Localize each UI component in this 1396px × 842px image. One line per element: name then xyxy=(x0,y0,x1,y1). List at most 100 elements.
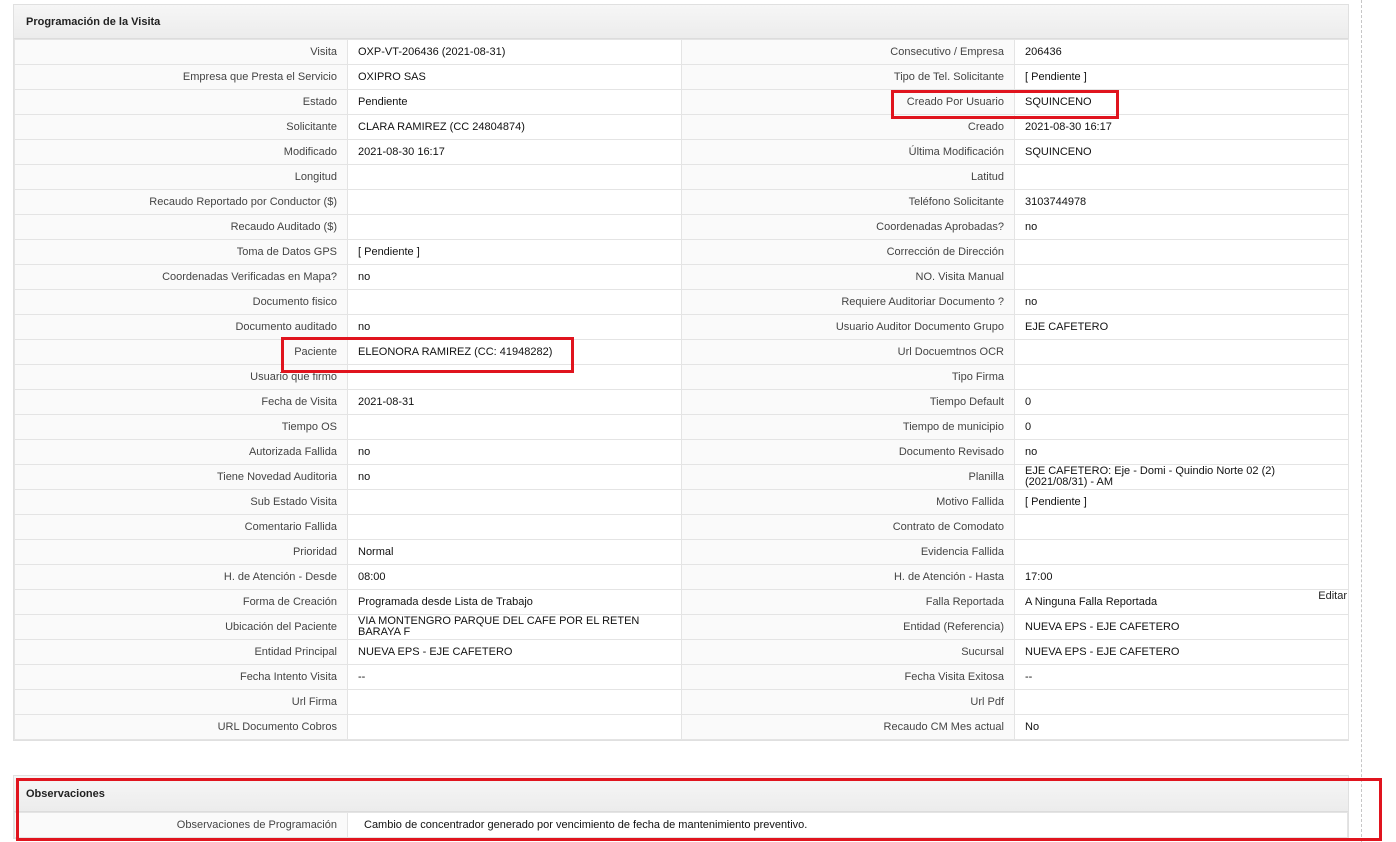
field-value: OXIPRO SAS xyxy=(347,64,682,90)
highlight-created-by-user xyxy=(891,90,1119,119)
field-label: Documento fisico xyxy=(14,289,348,315)
detail-row: Documento fisico Requiere Auditoriar Docu… xyxy=(14,289,1349,315)
detail-row: H. de Atención - Desde 08:00 H. de Atenció… xyxy=(14,564,1349,590)
field-label: Recaudo Auditado ($) xyxy=(14,214,348,240)
field-label: Usuario Auditor Documento Grupo xyxy=(681,314,1015,340)
field-value: -- xyxy=(1014,664,1349,690)
field-value: NUEVA EPS - EJE CAFETERO xyxy=(1014,614,1349,640)
field-label: Documento Revisado xyxy=(681,439,1015,465)
page-divider xyxy=(1361,0,1362,842)
field-value xyxy=(347,164,682,190)
field-label: Tiene Novedad Auditoria xyxy=(14,464,348,490)
field-value xyxy=(347,214,682,240)
detail-row: Entidad Principal NUEVA EPS - EJE CAFETER… xyxy=(14,639,1349,665)
field-value: no xyxy=(347,439,682,465)
detail-row: Ubicación del Paciente VIA MONTENGRO PARQ… xyxy=(14,614,1349,640)
field-label: Latitud xyxy=(681,164,1015,190)
field-label: Ubicación del Paciente xyxy=(14,614,348,640)
detail-row: Estado Pendiente Creado Por Usuario SQUINCE… xyxy=(14,89,1349,115)
field-value xyxy=(1014,264,1349,290)
field-value: Normal xyxy=(347,539,682,565)
field-label: Tipo de Tel. Solicitante xyxy=(681,64,1015,90)
field-value: 0 xyxy=(1014,389,1349,415)
field-value xyxy=(1014,239,1349,265)
detail-row: Coordenadas Verificadas en Mapa? no NO. V… xyxy=(14,264,1349,290)
field-value: Pendiente xyxy=(347,89,682,115)
detail-row: Modificado 2021-08-30 16:17 Última Modific… xyxy=(14,139,1349,165)
detail-row: URL Documento Cobros Recaudo CM Mes actua… xyxy=(14,714,1349,740)
field-value: 17:00 xyxy=(1014,564,1349,590)
field-label: Forma de Creación xyxy=(14,589,348,615)
field-label: Sub Estado Visita xyxy=(14,489,348,515)
field-value: 08:00 xyxy=(347,564,682,590)
field-label: Fecha Intento Visita xyxy=(14,664,348,690)
field-value: Programada desde Lista de Trabajo xyxy=(347,589,682,615)
field-label: Fecha de Visita xyxy=(14,389,348,415)
field-value xyxy=(347,714,682,740)
field-value: [ Pendiente ] xyxy=(1014,64,1349,90)
detail-row: Sub Estado Visita Motivo Fallida[ Pendien… xyxy=(14,489,1349,515)
edit-link[interactable]: Editar xyxy=(1318,591,1347,602)
field-label: Comentario Fallida xyxy=(14,514,348,540)
field-value: NUEVA EPS - EJE CAFETERO xyxy=(347,639,682,665)
field-label: Tiempo OS xyxy=(14,414,348,440)
field-value: 2021-08-30 16:17 xyxy=(347,139,682,165)
field-value: VIA MONTENGRO PARQUE DEL CAFE POR EL RET… xyxy=(347,614,682,640)
field-label: Requiere Auditoriar Documento ? xyxy=(681,289,1015,315)
field-value: [ Pendiente ] xyxy=(1014,489,1349,515)
field-value xyxy=(347,489,682,515)
field-label: Entidad (Referencia) xyxy=(681,614,1015,640)
field-value xyxy=(1014,689,1349,715)
field-value xyxy=(1014,514,1349,540)
field-label: Sucursal xyxy=(681,639,1015,665)
field-value: SQUINCENO xyxy=(1014,139,1349,165)
field-value: EJE CAFETERO: Eje - Domi - Quindio Norte… xyxy=(1014,464,1349,490)
detail-row: Forma de Creación Programada desde Lista … xyxy=(14,589,1349,615)
field-label: Falla Reportada xyxy=(681,589,1015,615)
field-label: Documento auditado xyxy=(14,314,348,340)
detail-row: Url Firma Url Pdf xyxy=(14,689,1349,715)
detail-row: Longitud Latitud xyxy=(14,164,1349,190)
field-label: URL Documento Cobros xyxy=(14,714,348,740)
field-value: -- xyxy=(347,664,682,690)
field-value xyxy=(347,414,682,440)
detail-row: Empresa que Presta el Servicio OXIPRO SAS… xyxy=(14,64,1349,90)
highlight-patient xyxy=(281,337,574,373)
field-value xyxy=(1014,339,1349,365)
field-label: Toma de Datos GPS xyxy=(14,239,348,265)
field-label: H. de Atención - Hasta xyxy=(681,564,1015,590)
detail-row: Paciente ELEONORA RAMIREZ (CC: 41948282) U… xyxy=(14,339,1349,365)
field-label: Fecha Visita Exitosa xyxy=(681,664,1015,690)
field-label: Longitud xyxy=(14,164,348,190)
detail-row: Comentario Fallida Contrato de Comodato xyxy=(14,514,1349,540)
section-title: Programación de la Visita xyxy=(14,5,1348,39)
detail-row: Usuario que firmo Tipo Firma xyxy=(14,364,1349,390)
field-label: Modificado xyxy=(14,139,348,165)
field-value xyxy=(347,189,682,215)
field-value: 3103744978 xyxy=(1014,189,1349,215)
field-label: Recaudo Reportado por Conductor ($) xyxy=(14,189,348,215)
visit-details-table: Visita OXP-VT-206436 (2021-08-31) Consecut… xyxy=(14,39,1349,740)
field-label: Motivo Fallida xyxy=(681,489,1015,515)
field-value: no xyxy=(1014,439,1349,465)
detail-row: Tiempo OS Tiempo de municipio 0 xyxy=(14,414,1349,440)
field-label: NO. Visita Manual xyxy=(681,264,1015,290)
field-value: no xyxy=(1014,214,1349,240)
field-label: Tiempo de municipio xyxy=(681,414,1015,440)
detail-row: Fecha de Visita 2021-08-31 Tiempo Default… xyxy=(14,389,1349,415)
field-label: Última Modificación xyxy=(681,139,1015,165)
field-value xyxy=(347,514,682,540)
field-label: Corrección de Dirección xyxy=(681,239,1015,265)
field-value: 0 xyxy=(1014,414,1349,440)
detail-row: Toma de Datos GPS[ Pendiente ] Corrección… xyxy=(14,239,1349,265)
field-label: Visita xyxy=(14,39,348,65)
field-value xyxy=(1014,539,1349,565)
field-label: Entidad Principal xyxy=(14,639,348,665)
field-label: Recaudo CM Mes actual xyxy=(681,714,1015,740)
field-value xyxy=(347,689,682,715)
field-label: Planilla xyxy=(681,464,1015,490)
field-value: A Ninguna Falla Reportada Editar xyxy=(1014,589,1349,615)
field-value: NUEVA EPS - EJE CAFETERO xyxy=(1014,639,1349,665)
detail-row: Prioridad Normal Evidencia Fallida xyxy=(14,539,1349,565)
field-value: 206436 xyxy=(1014,39,1349,65)
